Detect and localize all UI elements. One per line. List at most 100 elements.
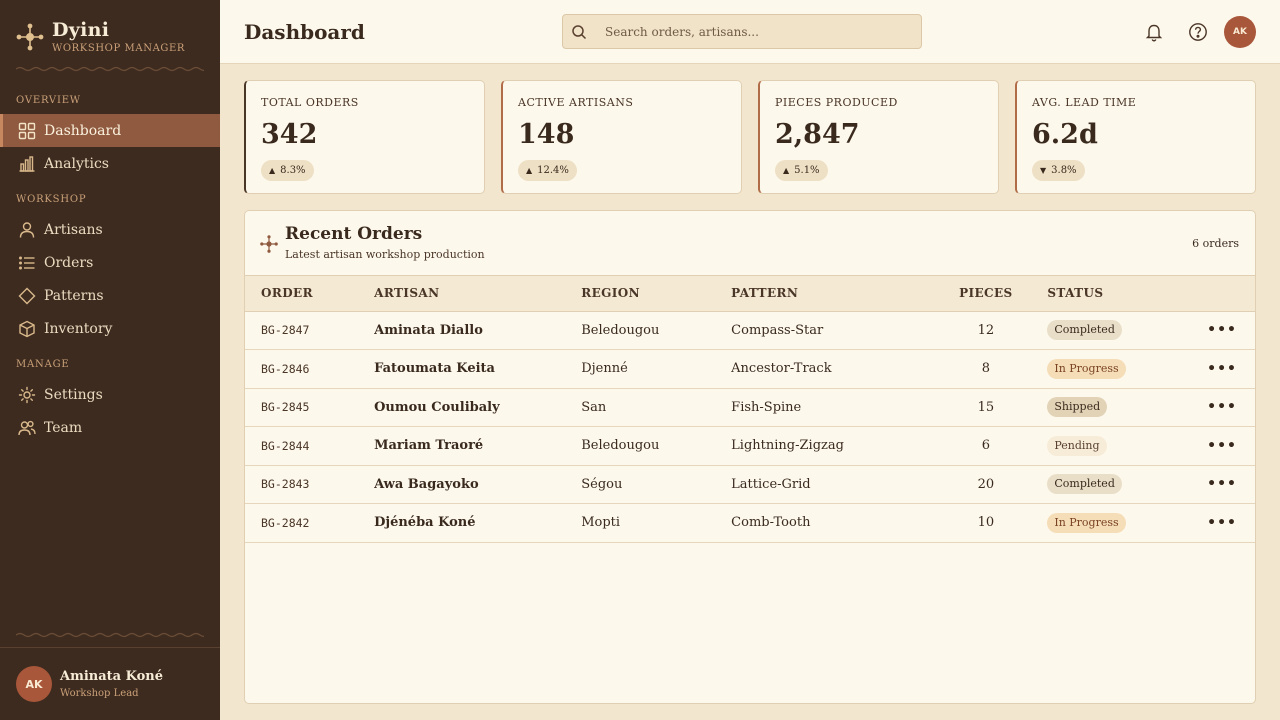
help-icon[interactable] — [1188, 22, 1208, 42]
trend-up-icon: ▲ — [526, 166, 533, 175]
column-header-actions — [1207, 276, 1255, 312]
column-header-region[interactable]: REGION — [581, 276, 732, 312]
stat-value: 6.2d — [1032, 119, 1098, 150]
sidebar-item-label: Team — [44, 419, 83, 436]
pieces: 15 — [977, 399, 995, 415]
sidebar-item-patterns[interactable]: Patterns — [0, 279, 220, 312]
brand-name: Dyini — [52, 19, 110, 41]
region: Djenné — [581, 361, 628, 377]
avatar: AK — [16, 666, 52, 702]
table-row[interactable]: BG-2842 Djénéba Koné Mopti Comb-Tooth 10… — [245, 504, 1255, 542]
trend-up-icon: ▲ — [783, 166, 790, 175]
pattern: Comb-Tooth — [731, 515, 811, 531]
pieces: 12 — [977, 322, 995, 338]
stat-delta-badge: ▼ 3.8% — [1032, 160, 1085, 181]
stat-label: PIECES PRODUCED — [775, 96, 898, 109]
user-profile[interactable]: AK Aminata Koné Workshop Lead — [0, 647, 220, 720]
table-row[interactable]: BG-2847 Aminata Diallo Beledougou Compas… — [245, 311, 1255, 350]
region: Ségou — [581, 476, 623, 492]
compass-logo-icon — [16, 23, 44, 51]
sidebar-item-label: Analytics — [44, 155, 109, 172]
sidebar-item-analytics[interactable]: Analytics — [0, 147, 220, 180]
order-id: BG-2846 — [261, 361, 310, 376]
more-options-icon[interactable]: ••• — [1207, 476, 1237, 492]
order-count: 6 orders — [1192, 237, 1239, 250]
stat-delta-badge: ▲ 8.3% — [261, 160, 314, 181]
panel-subtitle: Latest artisan workshop production — [285, 248, 485, 261]
artisan-name: Aminata Diallo — [374, 322, 483, 338]
top-header: Dashboard AK — [220, 0, 1280, 64]
artisan-name: Awa Bagayoko — [374, 476, 479, 492]
status-badge: Pending — [1047, 435, 1107, 456]
stat-value: 148 — [518, 119, 575, 150]
pieces: 10 — [977, 515, 995, 531]
search-input[interactable] — [605, 24, 905, 39]
order-id: BG-2844 — [261, 438, 310, 453]
artisan-name: Djénéba Koné — [374, 515, 476, 531]
column-header-status[interactable]: STATUS — [1047, 276, 1208, 312]
status-badge: In Progress — [1047, 358, 1126, 379]
nav-section-workshop: WORKSHOP — [16, 194, 87, 205]
table-row[interactable]: BG-2844 Mariam Traoré Beledougou Lightni… — [245, 427, 1255, 465]
orders-table: ORDER ARTISAN REGION PATTERN PIECES STAT… — [245, 276, 1255, 543]
order-id: BG-2843 — [261, 477, 310, 492]
column-header-order[interactable]: ORDER — [245, 276, 375, 312]
sidebar-item-label: Orders — [44, 254, 94, 271]
table-row[interactable]: BG-2843 Awa Bagayoko Ségou Lattice-Grid … — [245, 465, 1255, 504]
stat-delta-badge: ▲ 12.4% — [518, 160, 577, 181]
more-options-icon[interactable]: ••• — [1207, 399, 1237, 415]
column-header-pattern[interactable]: PATTERN — [731, 276, 925, 312]
more-options-icon[interactable]: ••• — [1207, 361, 1237, 377]
more-options-icon[interactable]: ••• — [1207, 322, 1237, 338]
column-header-pieces[interactable]: PIECES — [924, 276, 1048, 312]
pattern: Lightning-Zigzag — [731, 438, 844, 454]
column-header-artisan[interactable]: ARTISAN — [374, 276, 582, 312]
recent-orders-panel: Recent Orders Latest artisan workshop pr… — [244, 210, 1256, 704]
sidebar-item-orders[interactable]: Orders — [0, 246, 220, 279]
search-box[interactable] — [562, 14, 922, 49]
table-row[interactable]: BG-2846 Fatoumata Keita Djenné Ancestor-… — [245, 350, 1255, 388]
stat-card-avg-lead-time: AVG. LEAD TIME 6.2d ▼ 3.8% — [1015, 80, 1256, 194]
users-icon — [17, 418, 37, 438]
more-options-icon[interactable]: ••• — [1207, 438, 1237, 454]
region: Beledougou — [581, 438, 660, 454]
region: Mopti — [581, 515, 621, 531]
sidebar-item-team[interactable]: Team — [0, 411, 220, 444]
sidebar-item-inventory[interactable]: Inventory — [0, 312, 220, 345]
pattern: Lattice-Grid — [731, 476, 811, 492]
bell-icon[interactable] — [1144, 22, 1164, 42]
compass-icon — [260, 235, 278, 253]
divider-wave — [16, 66, 204, 72]
stat-value: 2,847 — [775, 119, 860, 150]
region: San — [581, 399, 607, 415]
stat-card-active-artisans: ACTIVE ARTISANS 148 ▲ 12.4% — [501, 80, 742, 194]
order-id: BG-2842 — [261, 515, 310, 530]
list-icon — [17, 253, 37, 273]
sidebar-item-dashboard[interactable]: Dashboard — [0, 114, 220, 147]
brand[interactable]: Dyini WORKSHOP MANAGER — [16, 20, 185, 54]
stat-label: ACTIVE ARTISANS — [518, 96, 634, 109]
sidebar-item-label: Artisans — [44, 221, 103, 238]
stat-delta-value: 8.3% — [280, 165, 306, 176]
user-icon — [17, 220, 37, 240]
divider-wave — [16, 632, 204, 638]
stat-card-pieces-produced: PIECES PRODUCED 2,847 ▲ 5.1% — [758, 80, 999, 194]
box-icon — [17, 319, 37, 339]
sidebar-item-label: Dashboard — [44, 122, 122, 139]
pattern: Fish-Spine — [731, 399, 802, 415]
nav-section-overview: OVERVIEW — [16, 95, 81, 106]
panel-header: Recent Orders Latest artisan workshop pr… — [245, 211, 1255, 276]
sidebar-item-artisans[interactable]: Artisans — [0, 213, 220, 246]
more-options-icon[interactable]: ••• — [1207, 515, 1237, 531]
user-role: Workshop Lead — [60, 688, 139, 699]
stat-card-total-orders: TOTAL ORDERS 342 ▲ 8.3% — [244, 80, 485, 194]
artisan-name: Fatoumata Keita — [374, 361, 495, 377]
status-badge: Shipped — [1047, 397, 1108, 418]
header-avatar[interactable]: AK — [1224, 16, 1256, 48]
sidebar-item-settings[interactable]: Settings — [0, 378, 220, 411]
stat-value: 342 — [261, 119, 318, 150]
table-row[interactable]: BG-2845 Oumou Coulibaly San Fish-Spine 1… — [245, 388, 1255, 427]
order-id: BG-2847 — [261, 323, 310, 338]
stat-delta-value: 12.4% — [537, 165, 569, 176]
sidebar-item-label: Inventory — [44, 320, 113, 337]
